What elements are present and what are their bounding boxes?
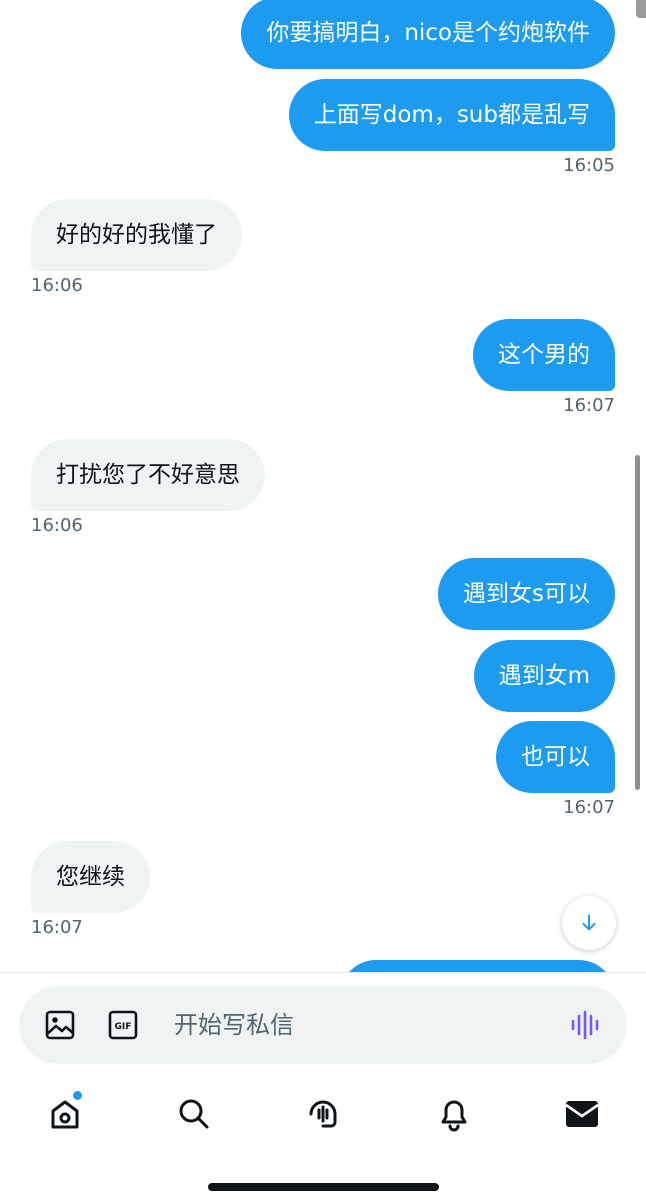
search-icon <box>179 1099 209 1129</box>
image-icon[interactable] <box>44 1009 76 1041</box>
voice-icon[interactable] <box>569 1009 601 1041</box>
home-icon <box>51 1100 79 1129</box>
tab-home[interactable] <box>45 1091 85 1134</box>
scrollbar-top-edge <box>636 0 646 18</box>
tab-search[interactable] <box>174 1094 214 1134</box>
scrollbar-thumb[interactable] <box>635 455 640 790</box>
message-thread: 你要搞明白，nico是个约炮软件 上面写dom，sub都是乱写 16:05 好的… <box>0 0 646 972</box>
message-bubble-outgoing[interactable]: 上面写dom，sub都是乱写 <box>288 79 615 151</box>
message-bubble-outgoing[interactable]: 遇到女s可以 <box>438 558 615 630</box>
message-bubble-outgoing-partial[interactable] <box>340 960 615 972</box>
message-timestamp: 16:05 <box>563 155 615 176</box>
tab-messages[interactable] <box>562 1094 602 1134</box>
message-bubble-outgoing[interactable]: 你要搞明白，nico是个约炮软件 <box>241 0 615 69</box>
message-timestamp: 16:07 <box>563 797 615 818</box>
composer-divider <box>0 972 646 973</box>
message-timestamp: 16:06 <box>31 275 83 296</box>
gif-icon[interactable]: GIF <box>107 1009 139 1041</box>
tab-notifications[interactable] <box>434 1094 474 1134</box>
tab-spaces[interactable] <box>303 1094 343 1134</box>
message-bubble-outgoing[interactable]: 也可以 <box>496 721 615 793</box>
message-timestamp: 16:06 <box>31 515 83 536</box>
arrow-down-icon <box>582 914 596 931</box>
message-input[interactable]: 开始写私信 <box>174 986 294 1064</box>
message-bubble-outgoing[interactable]: 这个男的 <box>473 319 615 391</box>
svg-text:GIF: GIF <box>115 1022 132 1032</box>
message-composer: GIF 开始写私信 <box>19 986 627 1064</box>
message-timestamp: 16:07 <box>563 395 615 416</box>
notifications-icon <box>441 1100 467 1132</box>
message-bubble-incoming[interactable]: 好的好的我懂了 <box>31 199 242 271</box>
notification-dot <box>73 1091 82 1100</box>
bottom-navigation <box>0 1078 646 1158</box>
message-bubble-incoming[interactable]: 打扰您了不好意思 <box>31 439 265 511</box>
spaces-icon <box>309 1100 337 1128</box>
home-indicator[interactable] <box>208 1183 439 1191</box>
message-timestamp: 16:07 <box>31 917 83 938</box>
scroll-to-bottom-button[interactable] <box>562 896 616 950</box>
messages-icon <box>565 1101 599 1127</box>
message-bubble-outgoing[interactable]: 遇到女m <box>473 640 615 712</box>
message-bubble-incoming[interactable]: 您继续 <box>31 841 150 913</box>
